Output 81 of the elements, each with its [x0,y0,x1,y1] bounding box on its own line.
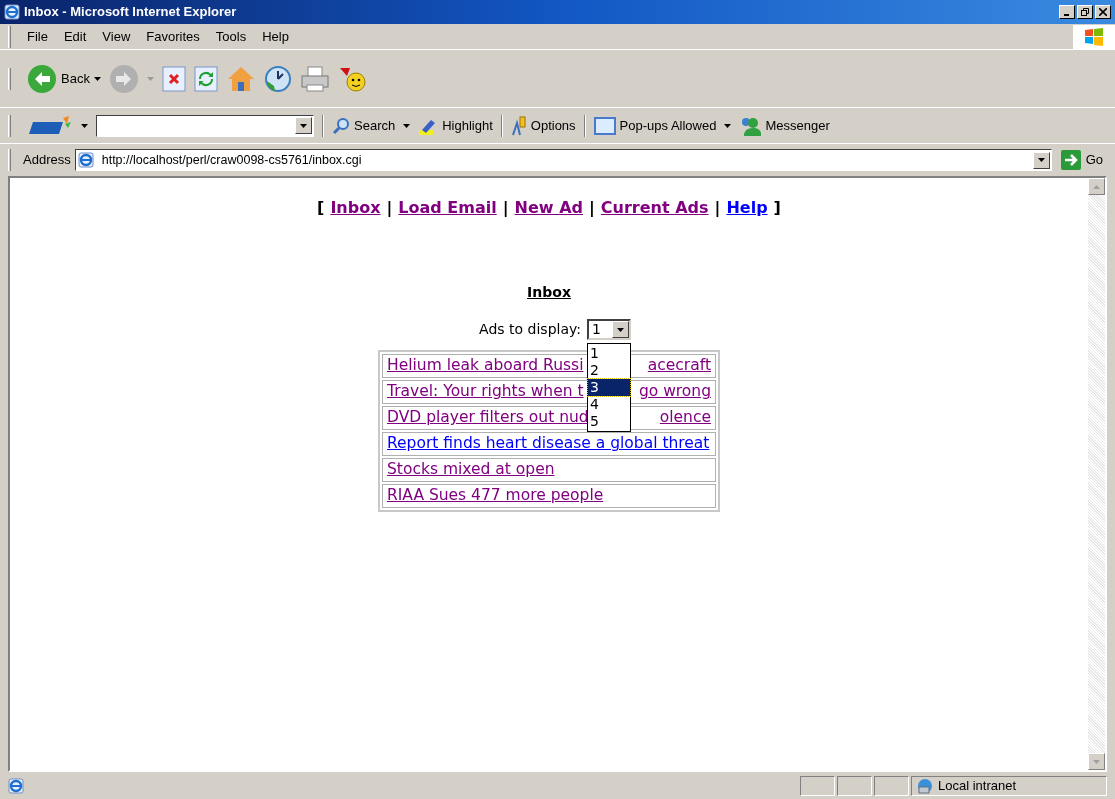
bracket: ] [773,197,781,219]
restore-icon [1081,8,1089,16]
window-title: Inbox - Microsoft Internet Explorer [24,3,237,22]
ad-link[interactable]: DVD player filters out nud [387,406,589,430]
dropdown-option[interactable]: 3 [588,379,630,396]
ad-link[interactable]: Report finds heart disease a global threat [387,432,710,456]
refresh-icon[interactable] [193,65,218,92]
separator: | [386,197,393,219]
scroll-up-button[interactable] [1088,178,1105,195]
dropdown-button[interactable] [1032,151,1050,169]
close-button[interactable] [1095,5,1111,19]
status-panel [874,775,909,796]
messenger-button[interactable]: Messenger [739,115,830,136]
back-button[interactable]: Back [27,63,101,94]
ad-link[interactable]: Helium leak aboard Russi [387,354,584,378]
dropdown-option[interactable]: 5 [588,413,630,430]
nav-link[interactable]: Help [726,196,768,220]
nav-link[interactable]: Current Ads [600,196,709,220]
stop-icon[interactable] [161,65,186,92]
dropdown-button[interactable] [295,117,312,134]
scrollbar[interactable] [1088,178,1105,770]
up-caret-icon [1093,184,1100,189]
ad-link[interactable]: Stocks mixed at open [387,458,555,482]
ad-link[interactable]: go wrong [638,380,711,404]
separator: | [714,197,721,219]
caret-icon [617,327,624,332]
history-icon[interactable] [263,64,292,93]
bracket: [ [317,197,325,219]
menu-item[interactable]: Edit [55,26,95,47]
caret-icon [1037,158,1045,162]
go-button[interactable]: Go [1055,149,1107,171]
search-field[interactable] [96,114,314,137]
page-icon [8,777,24,794]
status-panel [800,775,835,796]
browser-icon [4,4,20,20]
popups-button[interactable]: Pop-ups Allowed [593,115,717,136]
page-heading: Inbox [527,283,571,302]
printer-icon[interactable] [299,64,330,93]
ad-link[interactable]: Travel: Your rights when t [387,380,584,404]
select-label: Ads to display: [479,320,581,339]
highlight-button[interactable]: Highlight [418,115,493,136]
caret-icon [300,123,307,128]
ads-select[interactable]: 1 [587,319,631,340]
status-panel [837,775,872,796]
close-icon [1099,8,1107,16]
page-icon [77,152,94,168]
menu-item[interactable]: Help [254,26,297,47]
nav-link[interactable]: Inbox [330,196,381,220]
menu-item[interactable]: View [94,26,139,47]
scroll-down-button[interactable] [1088,753,1105,770]
caret-icon [403,123,411,128]
search-button[interactable]: Search [332,115,396,136]
ad-link[interactable]: olence [659,406,711,430]
caret-icon [93,76,101,81]
network-icon [916,777,934,794]
separator: | [589,197,595,219]
dropdown-option[interactable]: 1 [588,345,630,362]
dropdown-option[interactable]: 4 [588,396,630,413]
caret-icon [81,123,88,128]
ad-link[interactable]: acecraft [647,354,711,378]
nav-link[interactable]: New Ad [514,196,583,220]
dropdown-option[interactable]: 2 [588,362,630,379]
separator: | [502,197,509,219]
address-label: Address [23,151,71,170]
down-caret-icon [1093,759,1100,764]
ad-link[interactable]: RIAA Sues 477 more people [387,484,604,508]
window-icon [593,116,616,135]
restore-button[interactable] [1077,5,1093,19]
address-field[interactable]: http://localhost/perl/craw0098-cs5761/inbox.cgi [74,149,1052,171]
zone-label: Local intranet [938,776,1017,795]
people-icon [739,115,762,136]
nav-link[interactable]: Load Email [398,196,497,220]
options-button[interactable]: Options [510,115,576,136]
menu-item[interactable]: Tools [207,26,255,47]
dropdown-button[interactable] [612,321,629,338]
menu-item[interactable]: Favorites [138,26,208,47]
minimize-button[interactable] [1059,5,1075,19]
menu-item[interactable]: File [19,26,56,47]
tools-icon [510,115,527,136]
caret-icon [724,123,732,128]
magnifier-icon [332,116,350,135]
